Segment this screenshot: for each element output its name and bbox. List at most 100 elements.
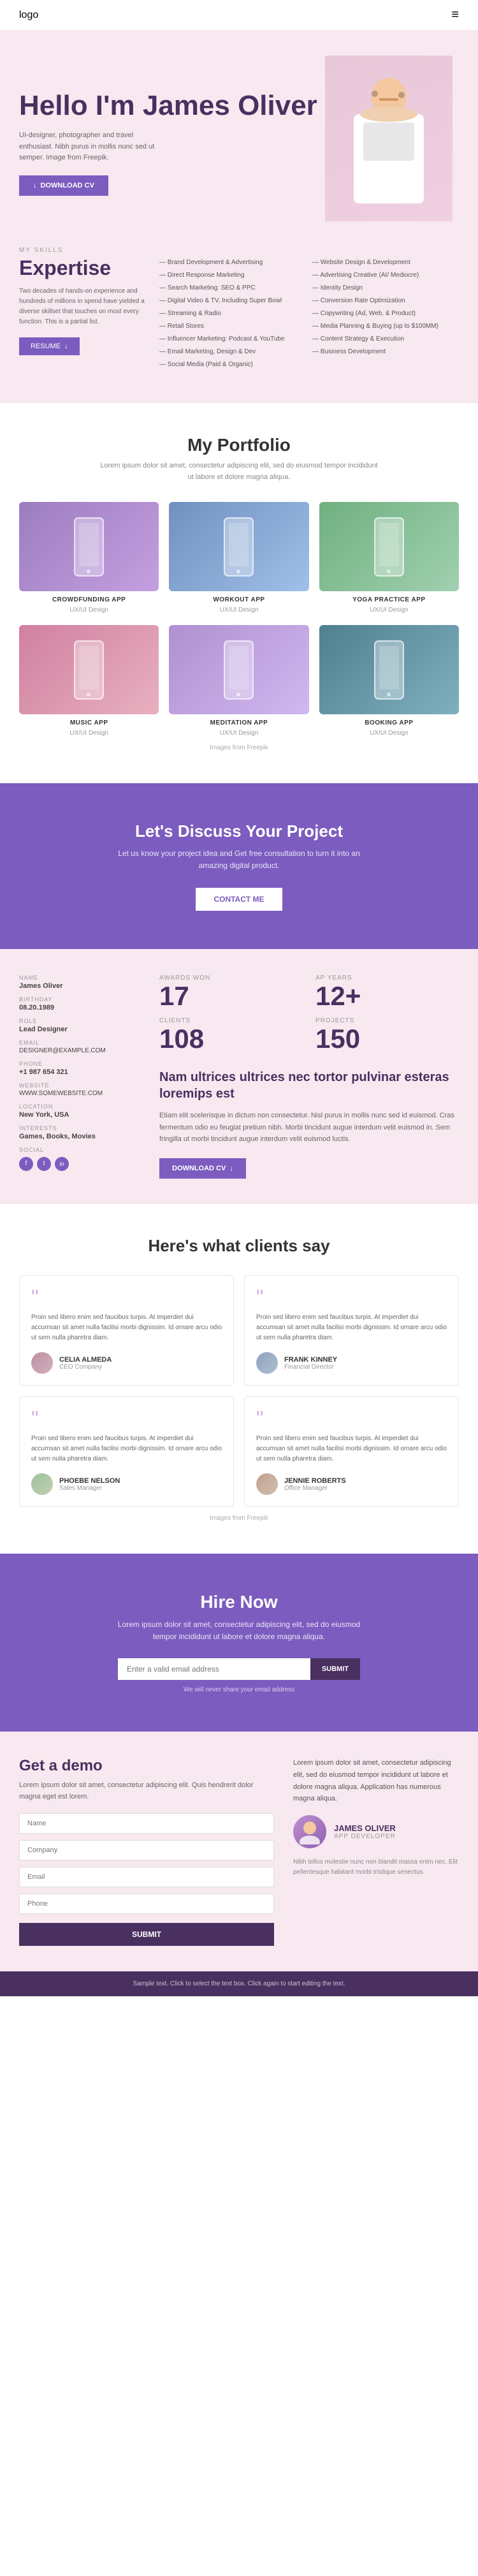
portfolio-item[interactable]: MUSIC APP UX/UI Design [19, 625, 159, 738]
stat-clients: CLIENTS 108 [159, 1017, 303, 1054]
testimonial-author: FRANK KINNEY Financial Director [256, 1352, 447, 1374]
skills-eyebrow: MY SKILLS [19, 247, 459, 254]
resume-label: RESUME [31, 342, 61, 350]
clients-value: 108 [159, 1024, 303, 1054]
demo-name-input[interactable] [19, 1813, 274, 1834]
portfolio-thumb-3 [319, 502, 459, 591]
discuss-section: Let's Discuss Your Project Let us know y… [0, 783, 478, 948]
skill-item: — Advertising Creative (AI/ Mediocre) [312, 269, 459, 282]
demo-title: Get a demo [19, 1757, 274, 1775]
awards-label: AWARDS WON [159, 975, 303, 982]
instagram-icon[interactable]: in [55, 1157, 69, 1171]
demo-company-input[interactable] [19, 1840, 274, 1860]
portfolio-item-category: UX/UI Design [69, 730, 108, 737]
author-avatar [256, 1473, 278, 1495]
skill-item: — Copywriting (Ad, Web, & Product) [312, 307, 459, 320]
demo-description: Lorem ipsum dolor sit amet, consectetur … [19, 1780, 274, 1802]
resume-button[interactable]: RESUME ↓ [19, 337, 80, 355]
about-download-icon: ↓ [229, 1165, 233, 1172]
portfolio-item-category: UX/UI Design [220, 607, 259, 614]
demo-profile-title: APP DEVELOPER [334, 1833, 396, 1840]
skill-item: — Media Planning & Buying (up to $100MM) [312, 320, 459, 333]
portfolio-item[interactable]: MEDITATION APP UX/UI Design [169, 625, 308, 738]
about-download-label: DOWNLOAD CV [172, 1165, 226, 1172]
about-name-value: James Oliver [19, 982, 140, 990]
hire-description: Lorem ipsum dolor sit amet, consectetur … [112, 1619, 366, 1643]
author-avatar [256, 1352, 278, 1374]
demo-submit-button[interactable]: SUBMIT [19, 1923, 274, 1946]
hero-text-block: Hello I'm James Oliver UI-designer, phot… [19, 91, 319, 221]
about-birthday-label: BIRTHDAY [19, 996, 140, 1003]
nav-logo: logo [19, 10, 38, 21]
portfolio-item-title: BOOKING APP [319, 719, 459, 726]
hire-submit-button[interactable]: SUBMIT [310, 1658, 360, 1680]
author-title: Sales Manager [59, 1485, 120, 1492]
about-section: NAME James Oliver BIRTHDAY 08.20.1989 RO… [0, 949, 478, 1204]
author-title: CEO Company [59, 1364, 112, 1371]
about-social-label: SOCIAL [19, 1147, 140, 1153]
portfolio-item[interactable]: BOOKING APP UX/UI Design [319, 625, 459, 738]
download-cv-button[interactable]: ↓ DOWNLOAD CV [19, 175, 108, 196]
author-title: Office Manager [284, 1485, 346, 1492]
download-icon: ↓ [33, 182, 37, 189]
about-website-value: WWW.SOMEWEBSITE.COM [19, 1090, 140, 1097]
person-illustration [331, 62, 446, 221]
testimonial-card: " Proin sed libero enim sed faucibus tur… [244, 1275, 459, 1386]
skill-item: — Brand Development & Advertising [159, 256, 306, 269]
testimonial-author: PHOEBE NELSON Sales Manager [31, 1473, 222, 1495]
portfolio-item-category: UX/UI Design [370, 730, 409, 737]
resume-icon: ↓ [64, 342, 68, 350]
skill-item: — Search Marketing: SEO & PPC [159, 282, 306, 295]
hire-submit-label: SUBMIT [322, 1665, 349, 1673]
demo-profile-name: JAMES OLIVER [334, 1823, 396, 1833]
skill-item: — Business Development [312, 346, 459, 358]
testimonials-note: Images from Freepik [19, 1515, 459, 1522]
about-role-label: ROLE [19, 1018, 140, 1024]
portfolio-grid: CROWDFUNDING APP UX/UI Design WORKOUT AP… [19, 502, 459, 738]
testimonial-card: " Proin sed libero enim sed faucibus tur… [244, 1396, 459, 1507]
portfolio-thumb-6 [319, 625, 459, 714]
stat-awards: AWARDS WON 17 [159, 975, 303, 1011]
skill-item: — Identity Design [312, 282, 459, 295]
portfolio-item[interactable]: CROWDFUNDING APP UX/UI Design [19, 502, 159, 615]
about-role-value: Lead Designer [19, 1026, 140, 1033]
demo-phone-input[interactable] [19, 1894, 274, 1914]
portfolio-thumb-5 [169, 625, 308, 714]
author-name: PHOEBE NELSON [59, 1477, 120, 1485]
skills-col1: — Brand Development & Advertising — Dire… [159, 256, 306, 371]
demo-left: Get a demo Lorem ipsum dolor sit amet, c… [19, 1757, 274, 1945]
author-avatar [31, 1473, 53, 1495]
author-avatar [31, 1352, 53, 1374]
hire-section: Hire Now Lorem ipsum dolor sit amet, con… [0, 1554, 478, 1732]
portfolio-item[interactable]: WORKOUT APP UX/UI Design [169, 502, 308, 615]
demo-avatar-icon [297, 1819, 322, 1844]
quote-mark: " [31, 1408, 222, 1429]
twitter-icon[interactable]: t [37, 1157, 51, 1171]
facebook-icon[interactable]: f [19, 1157, 33, 1171]
skills-title: Expertise [19, 256, 147, 280]
email-form: SUBMIT [118, 1658, 360, 1680]
social-icons-row: f t in [19, 1157, 140, 1171]
skill-item: — Email Marketing, Design & Dev [159, 346, 306, 358]
skill-item: — Influencer Marketing: Podcast & YouTub… [159, 333, 306, 346]
demo-email-input[interactable] [19, 1867, 274, 1887]
skills-section: MY SKILLS Expertise Two decades of hands… [0, 221, 478, 403]
years-value: 12+ [315, 982, 459, 1011]
about-phone-value: +1 987 654 321 [19, 1068, 140, 1076]
portfolio-item[interactable]: YOGA PRACTICE APP UX/UI Design [319, 502, 459, 615]
discuss-title: Let's Discuss Your Project [19, 821, 459, 841]
portfolio-thumb-4 [19, 625, 159, 714]
hero-image-container [319, 55, 459, 221]
hamburger-icon[interactable]: ≡ [451, 8, 459, 22]
testimonial-card: " Proin sed libero enim sed faucibus tur… [19, 1275, 234, 1386]
about-download-button[interactable]: DOWNLOAD CV ↓ [159, 1158, 246, 1179]
testimonials-section: Here's what clients say " Proin sed libe… [0, 1204, 478, 1554]
portfolio-item-title: MEDITATION APP [169, 719, 308, 726]
about-email-value: DESIGNER@EXAMPLE.COM [19, 1047, 140, 1054]
discuss-description: Let us know your project idea and Get fr… [118, 848, 360, 872]
testimonial-author: JENNIE ROBERTS Office Manager [256, 1473, 447, 1495]
quote-mark: " [256, 1287, 447, 1307]
email-input[interactable] [118, 1658, 310, 1680]
hero-heading: Hello I'm James Oliver [19, 91, 319, 121]
contact-me-button[interactable]: CONTACT ME [196, 888, 282, 911]
